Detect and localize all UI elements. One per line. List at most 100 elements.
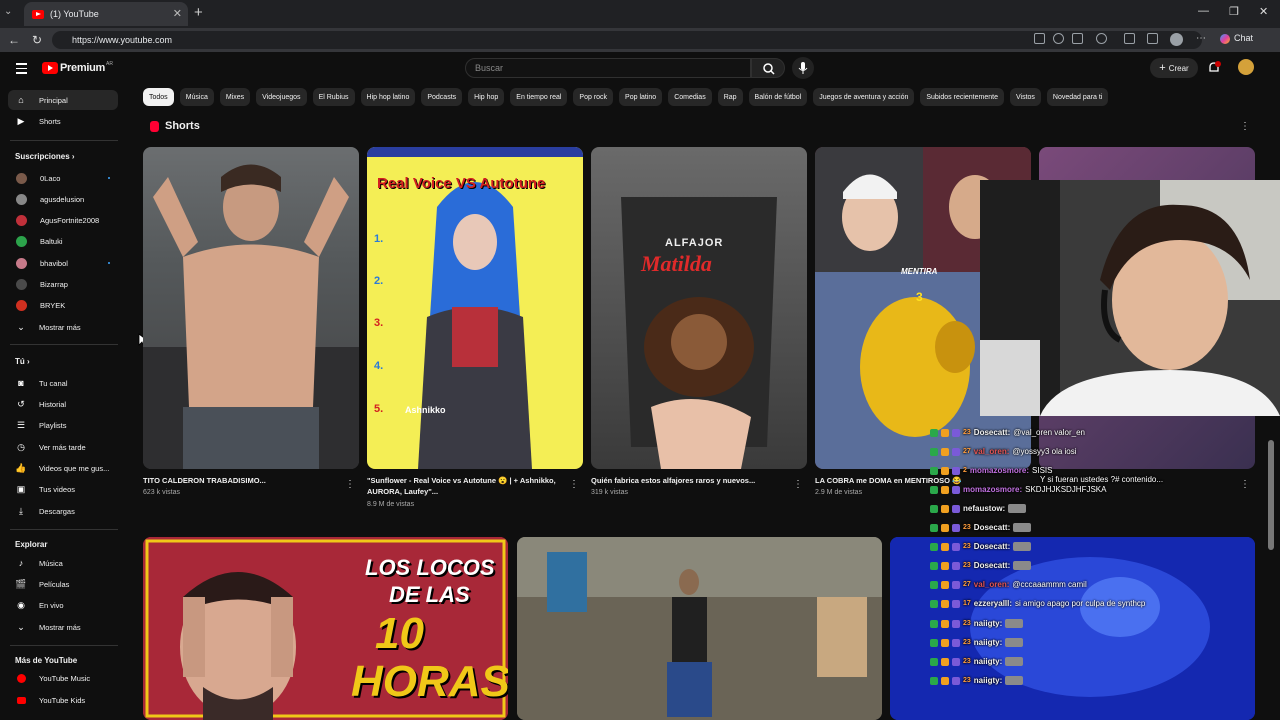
url-field[interactable]: https://www.youtube.com	[52, 31, 1202, 49]
refresh-icon[interactable]: ↻	[32, 33, 42, 47]
sidebar-item-your-videos[interactable]: ▣ Tus videos	[8, 479, 118, 499]
copilot-chat-button[interactable]: Chat	[1220, 33, 1253, 44]
sidebar-item-playlists[interactable]: ☰ Playlists	[8, 415, 118, 435]
sidebar-item-yt-kids[interactable]: YouTube Kids	[8, 690, 118, 710]
sidebar-item-shorts[interactable]: ▶ Shorts	[8, 111, 118, 131]
filter-chip[interactable]: Balón de fútbol	[748, 88, 808, 106]
filter-chip[interactable]: Vistos	[1009, 88, 1041, 106]
sidebar-item-watch-later[interactable]: ◷ Ver más tarde	[8, 437, 118, 457]
chat-username[interactable]: momazosmore:	[963, 485, 1022, 494]
chat-username[interactable]: Dosecatt:	[974, 542, 1010, 551]
page-scrollbar[interactable]	[1268, 440, 1274, 550]
filter-chip[interactable]: Podcasts	[421, 88, 463, 106]
sidebar-item-home[interactable]: ⌂ Principal	[8, 90, 118, 110]
search-input[interactable]: Buscar	[465, 58, 751, 78]
chat-username[interactable]: momazosmore:	[970, 466, 1029, 475]
filter-chip[interactable]: Hip hop	[468, 88, 505, 106]
show-more-subs[interactable]: ⌄ Mostrar más	[8, 317, 118, 337]
voice-search-button[interactable]	[792, 57, 814, 79]
chat-username[interactable]: naiigty:	[974, 619, 1002, 628]
subscriptions-heading[interactable]: Suscripciones ›	[15, 152, 75, 161]
restore-icon[interactable]: ❐	[1229, 5, 1239, 18]
menu-dots-icon[interactable]: ⋯	[1196, 33, 1206, 44]
you-heading[interactable]: Tú ›	[15, 357, 30, 366]
account-avatar[interactable]	[1238, 59, 1254, 75]
sidebar-sub-item[interactable]: Bizarrap	[8, 274, 118, 294]
music-icon: ♪	[18, 558, 24, 568]
chat-username[interactable]: nefaustow:	[963, 504, 1005, 513]
collections-icon[interactable]	[1147, 33, 1158, 44]
chat-username[interactable]: val_oren:	[974, 580, 1010, 589]
short-title[interactable]: Quién fabrica estos alfajores raros y nu…	[591, 475, 791, 486]
filter-chip[interactable]: Videojuegos	[256, 88, 307, 106]
sidebar-sub-item[interactable]: 0Laco	[8, 168, 118, 188]
zoom-icon[interactable]	[1053, 33, 1064, 44]
short-thumbnail[interactable]	[143, 147, 359, 469]
notifications-button[interactable]	[1207, 61, 1221, 75]
filter-chip[interactable]: Comedias	[668, 88, 712, 106]
new-tab-icon[interactable]: +	[194, 4, 203, 21]
tab-list-icon[interactable]: ⌄	[4, 6, 12, 17]
menu-icon[interactable]	[16, 63, 27, 77]
extensions-icon[interactable]	[1096, 33, 1107, 44]
youtube-logo[interactable]: Premium AR	[42, 61, 113, 74]
short-menu-icon[interactable]: ⋮	[1240, 479, 1250, 490]
sidebar-sub-item[interactable]: Baltuki	[8, 231, 118, 251]
short-menu-icon[interactable]: ⋮	[793, 479, 803, 490]
filter-chip[interactable]: Pop latino	[619, 88, 663, 106]
filter-chip[interactable]: Rap	[717, 88, 743, 106]
video-thumbnail[interactable]: LOS LOCOS DE LAS 10 HORAS	[143, 537, 508, 720]
filter-chip[interactable]: Subidos recientemente	[920, 88, 1004, 106]
create-button[interactable]: + Crear	[1150, 58, 1198, 78]
video-thumbnail[interactable]	[517, 537, 882, 720]
filter-chip[interactable]: Juegos de aventura y acción	[813, 88, 915, 106]
favorite-icon[interactable]	[1072, 33, 1083, 44]
browser-tabbar: ⌄ (1) YouTube ✕ + — ❐ ✕	[0, 0, 1280, 28]
filter-chip[interactable]: Música	[179, 88, 214, 106]
sidebar-sub-item[interactable]: agusdelusion	[8, 189, 118, 209]
short-title[interactable]: "Sunflower - Real Voice vs Autotune 😮 | …	[367, 475, 567, 497]
chat-username[interactable]: naiigty:	[974, 638, 1002, 647]
chat-username[interactable]: val_oren:	[974, 447, 1010, 456]
short-thumbnail[interactable]: ALFAJOR Matilda	[591, 147, 807, 469]
sidebar-item-history[interactable]: ↺ Historial	[8, 394, 118, 414]
chat-username[interactable]: ezzeryalll:	[974, 599, 1012, 608]
filter-chip[interactable]: Pop rock	[573, 88, 614, 106]
filter-chip[interactable]: En tiempo real	[510, 88, 568, 106]
short-title[interactable]: TITO CALDERON TRABADISIMO...	[143, 475, 343, 486]
filter-chip[interactable]: Mixes	[219, 88, 251, 106]
sidebar-sub-item[interactable]: BRYEK	[8, 295, 118, 315]
filter-chip[interactable]: Hip hop latino	[360, 88, 416, 106]
split-icon[interactable]	[1124, 33, 1135, 44]
filter-chip[interactable]: Todos	[143, 88, 174, 106]
chat-username[interactable]: naiigty:	[974, 676, 1002, 685]
chat-username[interactable]: naiigty:	[974, 657, 1002, 666]
sidebar-item-your-channel[interactable]: ◙ Tu canal	[8, 373, 118, 393]
extension-icon[interactable]	[1034, 33, 1045, 44]
back-icon[interactable]: ←	[8, 33, 20, 47]
sidebar-item-music[interactable]: ♪ Música	[8, 553, 118, 573]
browser-tab[interactable]: (1) YouTube ✕	[24, 2, 188, 26]
minimize-icon[interactable]: —	[1198, 5, 1209, 17]
short-thumbnail[interactable]: Real Voice VS Autotune 1. 2. 3. 4. 5. As…	[367, 147, 583, 469]
chat-username[interactable]: Dosecatt:	[974, 428, 1010, 437]
close-tab-icon[interactable]: ✕	[173, 7, 182, 20]
sidebar-item-liked[interactable]: 👍 Videos que me gus...	[8, 458, 118, 478]
filter-chip[interactable]: El Rubius	[312, 88, 355, 106]
show-more-explore[interactable]: ⌄ Mostrar más	[8, 617, 118, 637]
short-menu-icon[interactable]: ⋮	[345, 479, 355, 490]
shelf-menu-icon[interactable]: ⋮	[1240, 121, 1250, 132]
search-button[interactable]	[751, 58, 785, 78]
sidebar-sub-item[interactable]: bhavibol	[8, 253, 118, 273]
sidebar-item-movies[interactable]: 🎬 Películas	[8, 574, 118, 594]
profile-icon[interactable]	[1170, 33, 1183, 46]
sidebar-item-downloads[interactable]: ⤓ Descargas	[8, 501, 118, 521]
filter-chip[interactable]: Novedad para ti	[1046, 88, 1109, 106]
sidebar-sub-item[interactable]: AgusFortnite2008	[8, 210, 118, 230]
chat-username[interactable]: Dosecatt:	[974, 561, 1010, 570]
close-window-icon[interactable]: ✕	[1259, 5, 1268, 18]
short-menu-icon[interactable]: ⋮	[569, 479, 579, 490]
sidebar-item-live[interactable]: ◉ En vivo	[8, 595, 118, 615]
chat-username[interactable]: Dosecatt:	[974, 523, 1010, 532]
sidebar-item-yt-music[interactable]: YouTube Music	[8, 668, 118, 688]
